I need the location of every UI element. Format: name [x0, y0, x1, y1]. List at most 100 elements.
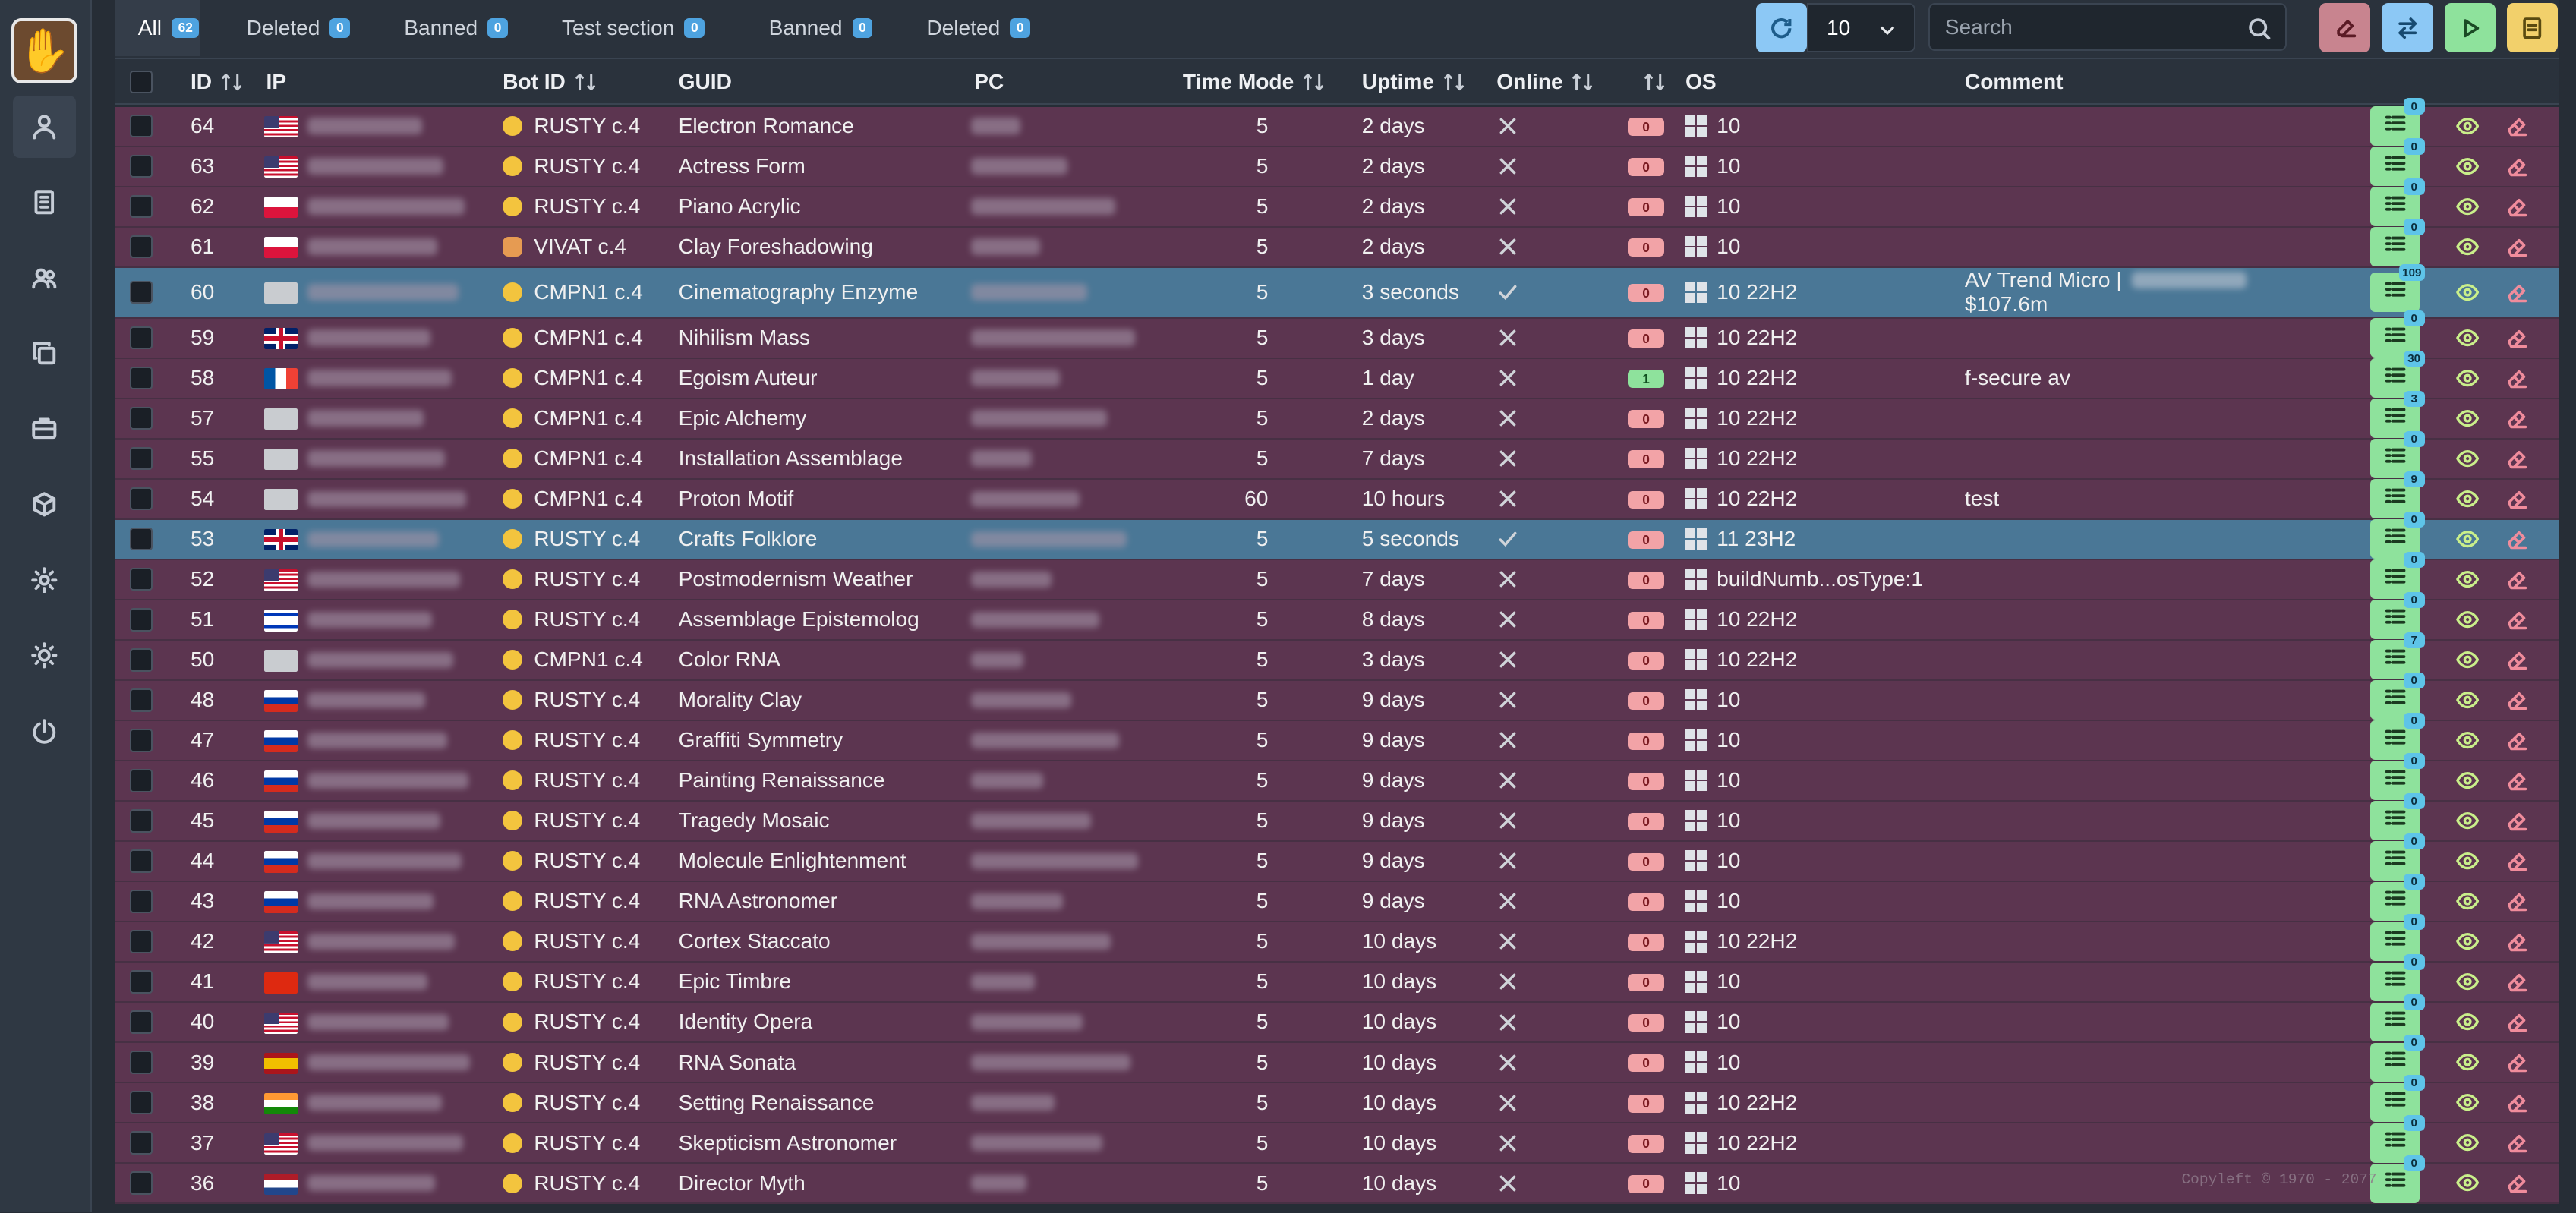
col-bot-id[interactable]: Bot ID	[503, 59, 597, 106]
eye-icon[interactable]	[2456, 1091, 2479, 1114]
eye-icon[interactable]	[2456, 1131, 2479, 1154]
col-online[interactable]: Online	[1496, 59, 1594, 106]
sort-icon[interactable]	[1643, 71, 1666, 93]
col-counter[interactable]	[1635, 59, 1666, 106]
power-icon[interactable]	[13, 700, 75, 762]
eye-icon[interactable]	[2456, 367, 2479, 389]
sort-icon[interactable]	[1442, 71, 1465, 93]
page-size-select[interactable]: 10	[1807, 3, 1915, 53]
tab-deleted[interactable]: Deleted 0	[903, 0, 1055, 56]
eraser-icon[interactable]	[2505, 235, 2528, 258]
eye-icon[interactable]	[2456, 407, 2479, 430]
table-row[interactable]: 45 RUSTY c.4 Tragedy Mosaic 5 9 days 0 10 0	[115, 792, 2560, 842]
table-row[interactable]: 44 RUSTY c.4 Molecule Enlightenment 5 9 days…	[115, 833, 2560, 882]
eraser-icon[interactable]	[2505, 849, 2528, 872]
table-row[interactable]: 42 RUSTY c.4 Cortex Staccato 5 10 days 0 10 22…	[115, 913, 2560, 963]
tab-banned[interactable]: Banned 0	[381, 0, 532, 56]
table-row[interactable]: 51 RUSTY c.4 Assemblage Epistemolog 5 8 days…	[115, 591, 2560, 641]
gear-icon[interactable]	[13, 549, 75, 611]
eraser-icon[interactable]	[2505, 367, 2528, 389]
eraser-icon[interactable]	[2505, 115, 2528, 137]
details-button[interactable]: 109	[2370, 264, 2425, 313]
row-checkbox[interactable]	[129, 447, 153, 471]
row-checkbox[interactable]	[129, 367, 153, 390]
eye-icon[interactable]	[2456, 1051, 2479, 1073]
row-checkbox[interactable]	[129, 930, 153, 953]
table-row[interactable]: 58 CMPN1 c.4 Egoism Auteur 5 1 day 1 10 22H2 f-…	[115, 350, 2560, 399]
table-row[interactable]: 52 RUSTY c.4 Postmodernism Weather 5 7 days 0…	[115, 551, 2560, 600]
row-checkbox[interactable]	[129, 195, 153, 219]
row-checkbox[interactable]	[129, 407, 153, 430]
eraser-icon[interactable]	[2505, 155, 2528, 178]
row-checkbox[interactable]	[129, 235, 153, 259]
eye-icon[interactable]	[2456, 688, 2479, 711]
sun-icon[interactable]	[13, 624, 75, 686]
search-icon[interactable]	[2247, 17, 2272, 41]
table-row[interactable]: 64 RUSTY c.4 Electron Romance 5 2 days 0 10 0	[115, 98, 2560, 147]
select-all-checkbox[interactable]	[129, 71, 153, 94]
table-row[interactable]: 39 RUSTY c.4 RNA Sonata 5 10 days 0 10 0	[115, 1034, 2560, 1083]
table-row[interactable]: 41 RUSTY c.4 Epic Timbre 5 10 days 0 10 0	[115, 953, 2560, 1003]
copy-icon[interactable]	[13, 322, 75, 384]
tab-banned[interactable]: Banned 0	[746, 0, 897, 56]
eraser-icon[interactable]	[2505, 648, 2528, 671]
tab-deleted[interactable]: Deleted 0	[223, 0, 364, 56]
eraser-icon[interactable]	[2505, 769, 2528, 792]
details-button[interactable]: 0	[2370, 1155, 2425, 1203]
eye-icon[interactable]	[2456, 890, 2479, 912]
eye-icon[interactable]	[2456, 281, 2479, 304]
eye-icon[interactable]	[2456, 1171, 2479, 1194]
row-checkbox[interactable]	[129, 528, 153, 551]
eraser-icon[interactable]	[2505, 1010, 2528, 1033]
user-icon[interactable]	[13, 95, 76, 158]
eraser-icon[interactable]	[2505, 487, 2528, 510]
eye-icon[interactable]	[2456, 447, 2479, 470]
row-checkbox[interactable]	[129, 115, 153, 138]
eye-icon[interactable]	[2456, 648, 2479, 671]
eraser-icon[interactable]	[2505, 809, 2528, 832]
tab-test-section[interactable]: Test section 0	[539, 0, 733, 56]
row-checkbox[interactable]	[129, 487, 153, 511]
table-row[interactable]: 63 RUSTY c.4 Actress Form 5 2 days 0 10 0	[115, 138, 2560, 187]
eraser-icon[interactable]	[2505, 890, 2528, 912]
hand-logo-icon[interactable]: ✋	[11, 17, 77, 84]
eraser-icon[interactable]	[2505, 970, 2528, 993]
document-icon[interactable]	[13, 171, 75, 233]
sort-icon[interactable]	[1302, 71, 1325, 93]
table-row[interactable]: 55 CMPN1 c.4 Installation Assemblage 5 7 day…	[115, 430, 2560, 480]
eraser-icon[interactable]	[2505, 608, 2528, 631]
table-row[interactable]: 53 RUSTY c.4 Crafts Folklore 5 5 seconds 0 11 …	[115, 511, 2560, 560]
row-checkbox[interactable]	[129, 849, 153, 873]
row-checkbox[interactable]	[129, 648, 153, 672]
table-row[interactable]: 50 CMPN1 c.4 Color RNA 5 3 days 0 10 22H2 7	[115, 632, 2560, 681]
eye-icon[interactable]	[2456, 115, 2479, 137]
eye-icon[interactable]	[2456, 487, 2479, 510]
eraser-icon[interactable]	[2505, 195, 2528, 218]
eye-icon[interactable]	[2456, 809, 2479, 832]
eye-icon[interactable]	[2456, 970, 2479, 993]
table-row[interactable]: 46 RUSTY c.4 Painting Renaissance 5 9 days 0 1…	[115, 752, 2560, 802]
row-checkbox[interactable]	[129, 970, 153, 994]
row-checkbox[interactable]	[129, 769, 153, 792]
col-id[interactable]: ID	[191, 59, 243, 106]
eraser-icon[interactable]	[2505, 1091, 2528, 1114]
eye-icon[interactable]	[2456, 849, 2479, 872]
eye-icon[interactable]	[2456, 528, 2479, 550]
eraser-icon[interactable]	[2505, 281, 2528, 304]
eye-icon[interactable]	[2456, 608, 2479, 631]
eraser-icon[interactable]	[2505, 729, 2528, 751]
users-icon[interactable]	[13, 247, 75, 309]
row-checkbox[interactable]	[129, 809, 153, 833]
table-row[interactable]: 43 RUSTY c.4 RNA Astronomer 5 9 days 0 10 0	[115, 873, 2560, 922]
table-row[interactable]: 40 RUSTY c.4 Identity Opera 5 10 days 0 10 0	[115, 994, 2560, 1043]
row-checkbox[interactable]	[129, 155, 153, 178]
eye-icon[interactable]	[2456, 769, 2479, 792]
table-row[interactable]: 62 RUSTY c.4 Piano Acrylic 5 2 days 0 10 0	[115, 178, 2560, 228]
table-row[interactable]: 54 CMPN1 c.4 Proton Motif 60 10 hours 0 10 22H…	[115, 471, 2560, 520]
eye-icon[interactable]	[2456, 235, 2479, 258]
sort-icon[interactable]	[574, 71, 597, 93]
eraser-icon[interactable]	[2505, 326, 2528, 349]
eraser-icon[interactable]	[2505, 1051, 2528, 1073]
eraser-icon[interactable]	[2505, 407, 2528, 430]
eraser-icon[interactable]	[2505, 568, 2528, 591]
